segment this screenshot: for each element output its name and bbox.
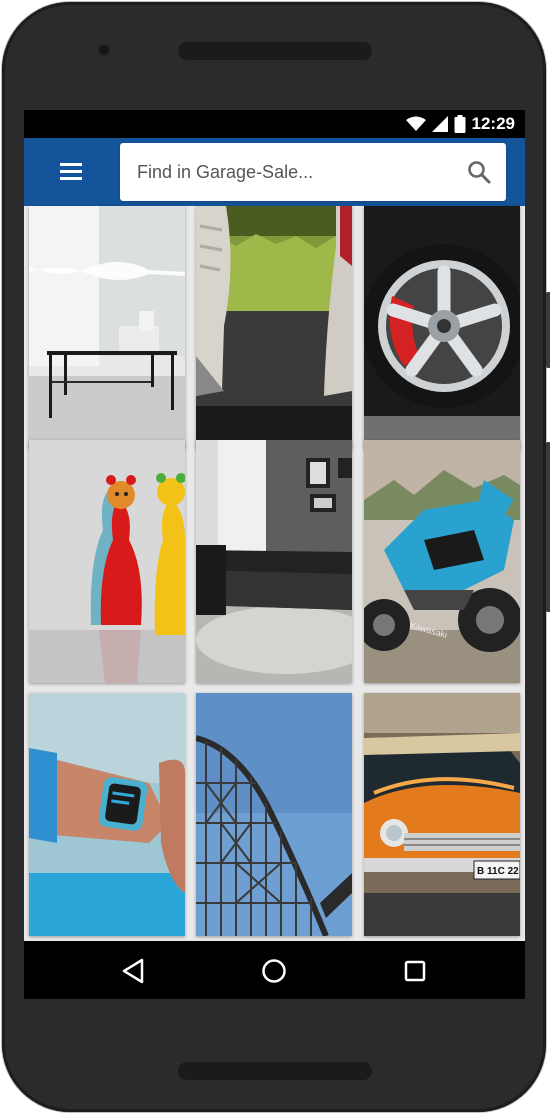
grid-item-white-room-table[interactable] bbox=[29, 206, 185, 449]
app-bar bbox=[24, 138, 525, 206]
wheel-image bbox=[364, 206, 520, 449]
wifi-icon bbox=[405, 116, 426, 131]
status-bar: 12:29 bbox=[24, 110, 525, 138]
roller-coaster-image bbox=[196, 693, 352, 936]
grid-item-sneakers-on-grass[interactable] bbox=[196, 206, 352, 449]
screen: 12:29 Find in Garage-Sale... Kawasaki B … bbox=[24, 110, 525, 999]
bottom-speaker bbox=[178, 1062, 372, 1080]
listing-grid: Kawasaki B 11C 22 bbox=[24, 206, 525, 941]
search-box bbox=[120, 143, 506, 201]
grid-item-black-sectional-sofa[interactable] bbox=[196, 440, 352, 683]
hamburger-menu-icon[interactable] bbox=[54, 160, 84, 184]
phone-frame: 12:29 Find in Garage-Sale... Kawasaki B … bbox=[2, 2, 550, 1112]
volume-button bbox=[546, 442, 550, 612]
grid-item-sports-car-wheel[interactable] bbox=[364, 206, 520, 449]
grid-item-bowling-pins-toys[interactable] bbox=[29, 440, 185, 683]
earpiece-speaker bbox=[178, 42, 372, 60]
sneakers-image bbox=[196, 206, 352, 449]
cell-signal-icon bbox=[431, 116, 448, 132]
search-icon[interactable] bbox=[466, 159, 492, 185]
back-icon[interactable] bbox=[118, 955, 150, 987]
smartwatch-image bbox=[29, 693, 185, 936]
home-icon[interactable] bbox=[258, 955, 290, 987]
status-time: 12:29 bbox=[471, 114, 515, 133]
search-input[interactable] bbox=[135, 155, 459, 189]
power-button bbox=[546, 292, 550, 368]
white-room-table-image bbox=[29, 206, 185, 449]
grid-item-orange-classic-car[interactable]: B 11C 22 bbox=[364, 693, 520, 936]
front-camera bbox=[98, 44, 110, 56]
grid-item-wooden-roller-coaster[interactable] bbox=[196, 693, 352, 936]
grid-item-blue-kawasaki-motorcycle[interactable]: Kawasaki bbox=[364, 440, 520, 683]
bowling-pins-image bbox=[29, 440, 185, 683]
svg-text:B 11C 22: B 11C 22 bbox=[477, 866, 519, 877]
recents-icon[interactable] bbox=[399, 955, 431, 987]
classic-car-image: B 11C 22 bbox=[364, 693, 520, 936]
navigation-bar bbox=[24, 941, 525, 999]
sofa-image bbox=[196, 440, 352, 683]
battery-icon bbox=[454, 115, 466, 133]
motorcycle-image: Kawasaki bbox=[364, 440, 520, 683]
grid-item-smartwatch-on-wrist[interactable] bbox=[29, 693, 185, 936]
